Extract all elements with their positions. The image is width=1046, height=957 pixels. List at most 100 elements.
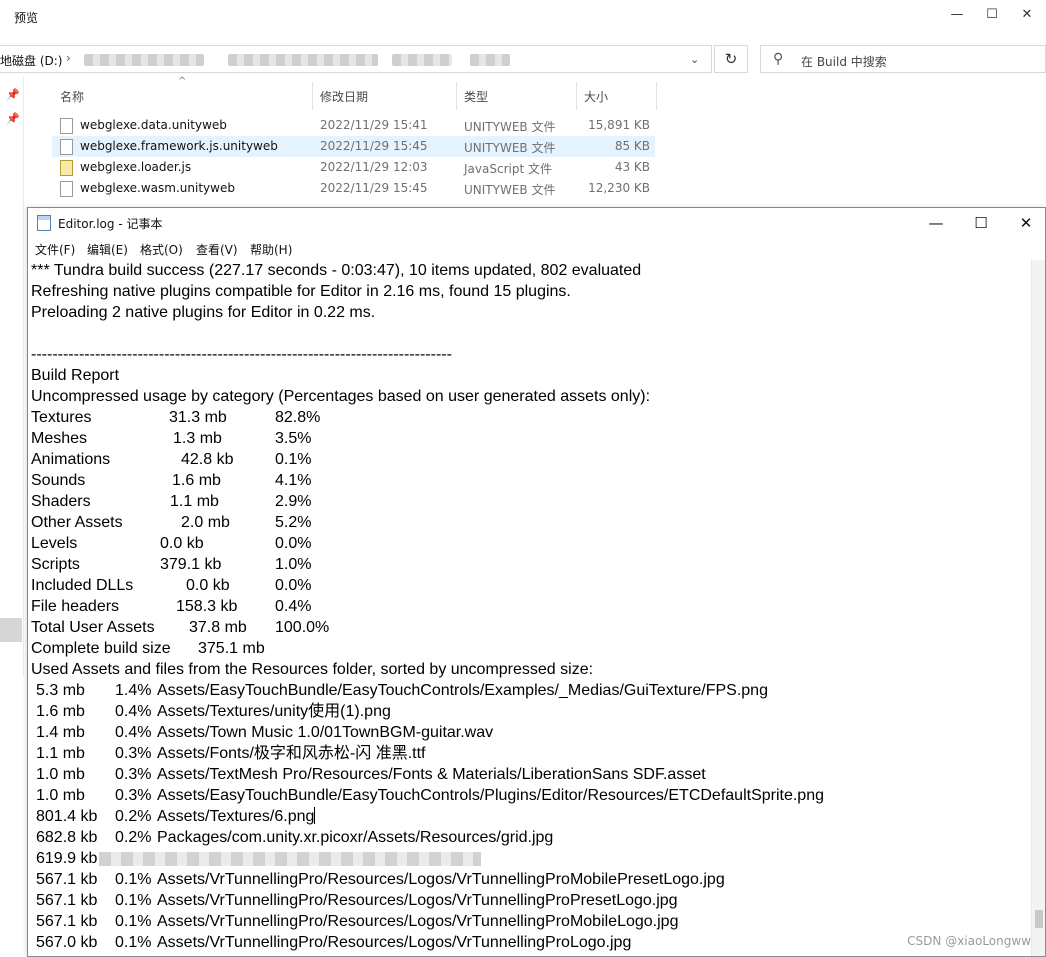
blurred-asset-text: [99, 852, 481, 866]
asset-row: 567.0 kb 0.1% Assets/VrTunnellingPro/Res…: [31, 932, 1021, 953]
complete-build-size-row: Complete build size 375.1 mb: [31, 638, 431, 659]
minimize-button[interactable]: —: [913, 208, 959, 238]
asset-row: 801.4 kb 0.2% Assets/Textures/6.png: [31, 806, 1021, 827]
scrollbar-thumb[interactable]: [1035, 910, 1043, 928]
log-line: Build Report: [31, 367, 120, 384]
column-name[interactable]: 名称: [60, 88, 84, 105]
pin-icon[interactable]: 📌: [6, 112, 20, 125]
column-divider[interactable]: [656, 82, 657, 110]
asset-path: Assets/TextMesh Pro/Resources/Fonts & Ma…: [157, 766, 706, 783]
category-label: Total User Assets: [31, 619, 155, 636]
category-size: 379.1 kb: [160, 556, 222, 573]
close-button[interactable]: ✕: [1010, 0, 1044, 28]
column-divider[interactable]: [456, 82, 457, 110]
menu-edit[interactable]: 编辑(E): [87, 241, 128, 258]
file-row[interactable]: webglexe.wasm.unityweb 2022/11/29 15:45 …: [52, 178, 655, 199]
file-row[interactable]: webglexe.loader.js 2022/11/29 12:03 Java…: [52, 157, 655, 178]
file-type: JavaScript 文件: [464, 162, 552, 176]
column-type[interactable]: 类型: [464, 88, 488, 105]
category-label: Shaders: [31, 493, 91, 510]
menu-format[interactable]: 格式(O): [140, 241, 183, 258]
category-label: Textures: [31, 409, 92, 426]
column-divider[interactable]: [576, 82, 577, 110]
column-date[interactable]: 修改日期: [320, 88, 368, 105]
asset-pct: 0.2%: [115, 808, 152, 825]
category-row: Included DLLs 0.0 kb 0.0%: [31, 575, 431, 596]
category-size: 1.3 mb: [173, 430, 222, 447]
asset-pct: 0.1%: [115, 934, 152, 951]
category-row: File headers 158.3 kb 0.4%: [31, 596, 431, 617]
search-input[interactable]: ⚲ 在 Build 中搜索: [760, 45, 1046, 73]
asset-path: Assets/Textures/6.png: [157, 808, 315, 825]
file-name: webglexe.wasm.unityweb: [80, 181, 235, 195]
vertical-scrollbar[interactable]: [1031, 260, 1045, 956]
category-pct: 100.0%: [275, 619, 330, 636]
asset-size: 5.3 mb: [36, 682, 85, 699]
menu-view[interactable]: 查看(V): [196, 241, 238, 258]
close-button[interactable]: ✕: [1003, 208, 1046, 238]
explorer-titlebar: 预览 — ☐ ✕: [0, 0, 1046, 34]
complete-build-label: Complete build size: [31, 640, 171, 657]
category-label: Sounds: [31, 472, 86, 489]
category-pct: 5.2%: [275, 514, 312, 531]
minimize-button[interactable]: —: [940, 0, 974, 28]
category-row: Scripts 379.1 kb 1.0%: [31, 554, 431, 575]
file-name: webglexe.loader.js: [80, 160, 192, 174]
category-pct: 1.0%: [275, 556, 312, 573]
category-row: Other Assets 2.0 mb 5.2%: [31, 512, 431, 533]
category-pct: 0.4%: [275, 598, 312, 615]
maximize-button[interactable]: ☐: [958, 208, 1004, 238]
log-line: Refreshing native plugins compatible for…: [31, 283, 571, 300]
column-divider[interactable]: [312, 82, 313, 110]
file-type: UNITYWEB 文件: [464, 120, 556, 134]
category-pct: 0.0%: [275, 577, 312, 594]
asset-pct: 0.1%: [115, 913, 152, 930]
menu-file[interactable]: 文件(F): [35, 241, 75, 258]
menu-help[interactable]: 帮助(H): [250, 241, 292, 258]
file-size: 12,230 KB: [588, 181, 650, 195]
asset-path: Assets/Textures/unity使用(1).png: [157, 703, 391, 720]
column-size[interactable]: 大小: [584, 88, 608, 105]
chevron-right-icon: ›: [66, 51, 71, 65]
asset-path: Assets/EasyTouchBundle/EasyTouchControls…: [157, 682, 768, 699]
maximize-button[interactable]: ☐: [975, 0, 1009, 28]
category-size: 42.8 kb: [181, 451, 234, 468]
file-date: 2022/11/29 15:45: [320, 181, 428, 195]
navigation-selected-item[interactable]: [0, 618, 22, 642]
category-label: Meshes: [31, 430, 88, 447]
asset-path: Packages/com.unity.xr.picoxr/Assets/Reso…: [157, 829, 554, 846]
file-row[interactable]: webglexe.data.unityweb 2022/11/29 15:41 …: [52, 115, 655, 136]
asset-path: Assets/VrTunnellingPro/Resources/Logos/V…: [157, 913, 679, 930]
complete-build-size: 375.1 mb: [198, 640, 265, 657]
file-row-selected[interactable]: webglexe.framework.js.unityweb 2022/11/2…: [52, 136, 655, 157]
file-type: UNITYWEB 文件: [464, 141, 556, 155]
asset-size: 682.8 kb: [36, 829, 98, 846]
file-size: 15,891 KB: [588, 118, 650, 132]
address-bar[interactable]: 地磁盘 (D:) › ⌄: [0, 45, 712, 73]
asset-row: 567.1 kb 0.1% Assets/VrTunnellingPro/Res…: [31, 869, 1021, 890]
category-label: Levels: [31, 535, 78, 552]
asset-path: Assets/VrTunnellingPro/Resources/Logos/V…: [157, 934, 632, 951]
asset-pct: 0.3%: [115, 766, 152, 783]
asset-path-with-caret: Assets/Textures/6.png: [157, 806, 316, 827]
pin-icon[interactable]: 📌: [6, 88, 20, 101]
refresh-button[interactable]: ↻: [714, 45, 748, 73]
file-icon: [60, 181, 73, 197]
category-size: 1.1 mb: [170, 493, 219, 510]
asset-row: 1.1 mb 0.3% Assets/Fonts/极字和风赤松-闪 准黑.ttf: [31, 743, 1021, 764]
category-size: 0.0 kb: [186, 577, 230, 594]
category-pct: 2.9%: [275, 493, 312, 510]
asset-row: 1.6 mb 0.4% Assets/Textures/unity使用(1).p…: [31, 701, 1021, 722]
category-label: Animations: [31, 451, 111, 468]
file-icon: [60, 139, 73, 155]
category-row: Sounds 1.6 mb 4.1%: [31, 470, 431, 491]
asset-path: Assets/VrTunnellingPro/Resources/Logos/V…: [157, 871, 725, 888]
text-editor[interactable]: *** Tundra build success (227.17 seconds…: [28, 260, 1032, 956]
search-placeholder: 在 Build 中搜索: [801, 55, 887, 69]
chevron-down-icon[interactable]: ⌄: [690, 53, 699, 66]
category-label: Included DLLs: [31, 577, 134, 594]
text-caret: [314, 807, 316, 824]
log-line: Preloading 2 native plugins for Editor i…: [31, 304, 376, 321]
js-file-icon: [60, 160, 73, 176]
asset-pct: 0.3%: [115, 787, 152, 804]
